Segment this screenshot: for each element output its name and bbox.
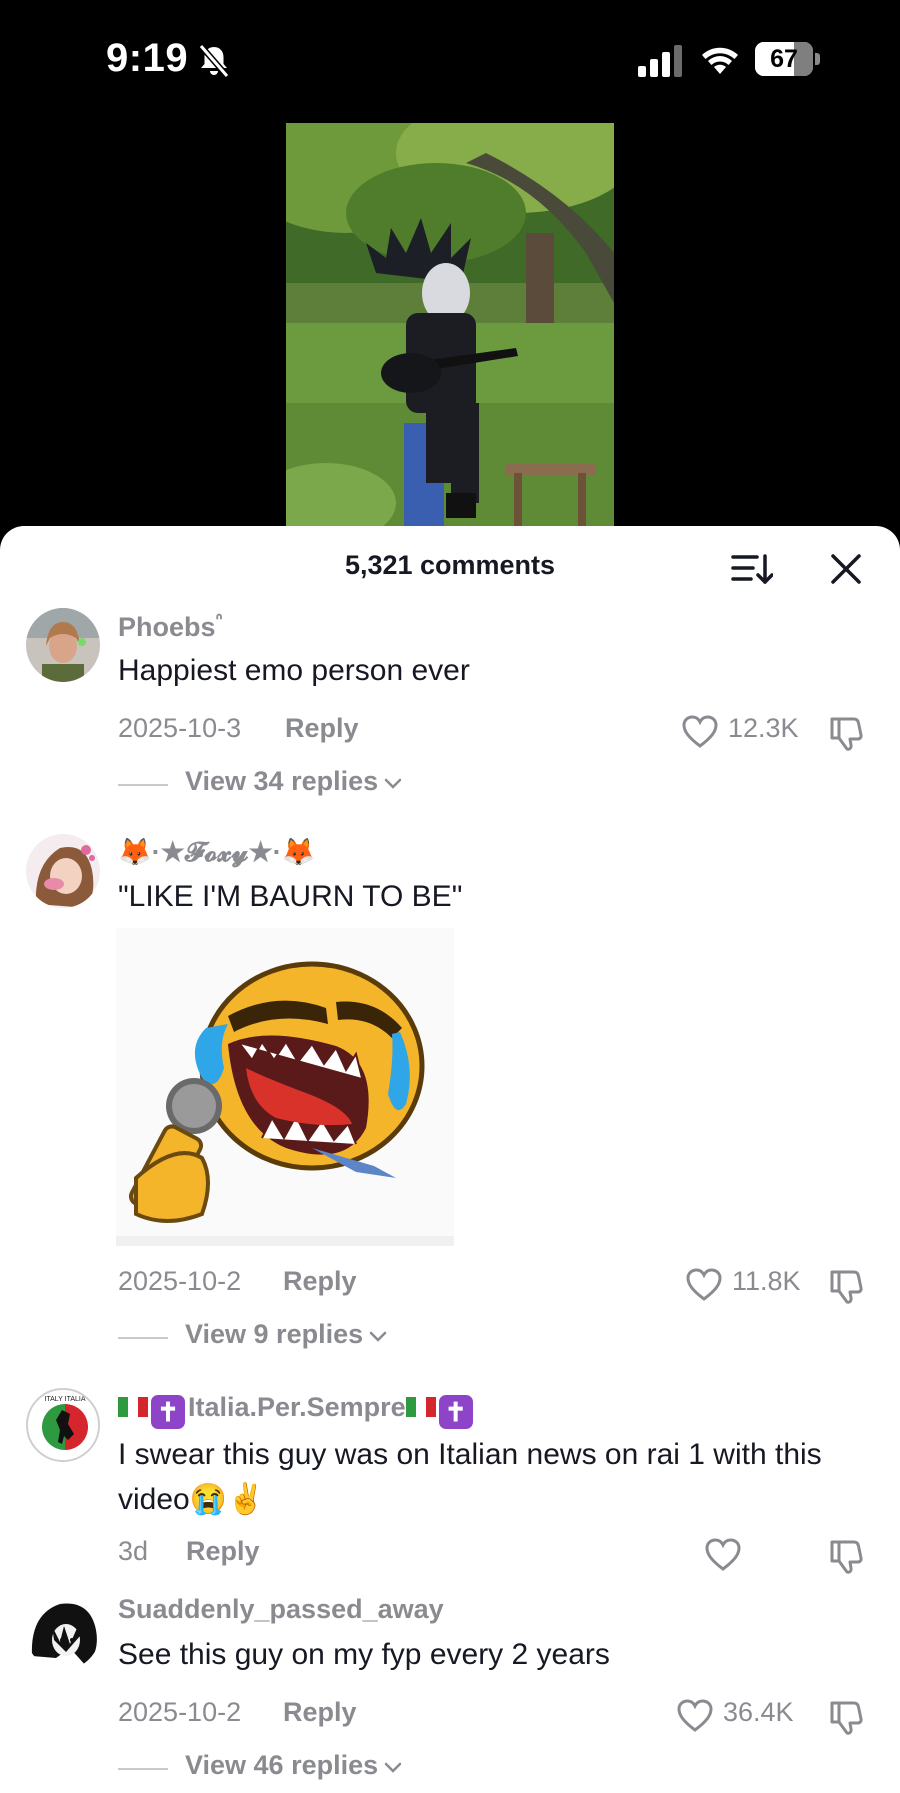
heart-icon[interactable] [686, 1268, 722, 1302]
reply-button[interactable]: Reply [285, 713, 359, 744]
comment-date: 3d [118, 1536, 149, 1566]
username-suffix: ᐢ [215, 610, 223, 630]
comment-username[interactable]: Phoebsᐢ [118, 610, 223, 643]
divider-line [118, 784, 168, 786]
reply-button[interactable]: Reply [283, 1266, 357, 1297]
comment-username[interactable]: 🦊·★𝓕𝓸𝔁𝔂★·🦊 [118, 836, 315, 869]
bell-off-icon [198, 44, 230, 78]
dislike-icon[interactable] [828, 1538, 866, 1574]
video-scene-image [286, 123, 614, 533]
comment-text: "LIKE I'M BAURN TO BE" [118, 880, 463, 913]
battery-percent: 67 [770, 45, 798, 73]
avatar[interactable]: ITALY ITALIA [26, 1388, 100, 1462]
reply-button[interactable]: Reply [283, 1697, 357, 1728]
like-count: 36.4K [723, 1697, 794, 1727]
comment-meta: 2025-10-3 Reply 12.3K [118, 713, 878, 753]
battery-indicator: 67 [755, 42, 821, 76]
comments-header: 5,321 comments [0, 526, 900, 610]
heart-icon[interactable] [677, 1699, 713, 1733]
avatar-logo-text: ITALY ITALIA [44, 1396, 85, 1403]
comment-date: 2025-10-2 [118, 1266, 242, 1296]
comment-date: 2025-10-3 [118, 713, 242, 743]
avatar[interactable] [26, 1596, 100, 1670]
comment-text: Happiest emo person ever [118, 654, 470, 687]
close-icon[interactable] [829, 552, 863, 586]
like-count: 11.8K [732, 1266, 801, 1296]
divider-line [118, 1768, 168, 1770]
heart-icon[interactable] [705, 1538, 741, 1572]
dislike-icon[interactable] [828, 1699, 866, 1735]
comment-meta: 2025-10-2 Reply 36.4K [118, 1697, 878, 1737]
chevron-down-icon [369, 1331, 387, 1342]
comment-text: I swear this guy was on Italian news on … [118, 1438, 822, 1516]
username-text: Italia.Per.Sempre [188, 1392, 406, 1422]
status-time: 9:19 [106, 36, 189, 80]
cross-icon: ✝ [438, 1395, 473, 1429]
dislike-icon[interactable] [828, 1268, 866, 1304]
video-thumbnail[interactable] [286, 123, 614, 533]
reply-button[interactable]: Reply [186, 1536, 260, 1567]
chevron-down-icon [384, 1762, 402, 1773]
sort-icon[interactable] [731, 552, 773, 586]
heart-icon[interactable] [682, 715, 718, 749]
italy-flag-icon [118, 1397, 148, 1417]
comment-meta: 3d Reply [118, 1536, 878, 1576]
view-replies-label: View 34 replies [185, 766, 402, 797]
wifi-icon [702, 47, 738, 74]
italy-flag-icon [405, 1397, 436, 1417]
comment-date: 2025-10-2 [118, 1697, 242, 1727]
comment-username[interactable]: ✝ Italia.Per.Sempre ✝ [118, 1392, 476, 1429]
cross-icon: ✝ [151, 1395, 185, 1429]
battery-tip [815, 53, 820, 65]
crying-laughing-singing-sticker[interactable] [116, 928, 454, 1246]
avatar[interactable] [26, 608, 100, 682]
username-text: Phoebs [118, 612, 216, 642]
cellular-signal-icon [638, 45, 682, 77]
chevron-down-icon [384, 778, 402, 789]
comment-username[interactable]: Suaddenly_passed_away [118, 1594, 444, 1625]
comment-text: See this guy on my fyp every 2 years [118, 1638, 610, 1671]
status-bar: 9:19 67 [0, 0, 900, 120]
battery-body: 67 [755, 42, 813, 76]
like-count: 12.3K [728, 713, 799, 743]
avatar[interactable] [26, 834, 100, 908]
view-replies-label: View 9 replies [185, 1319, 387, 1350]
comment-meta: 2025-10-2 Reply 11.8K [118, 1266, 878, 1306]
divider-line [118, 1337, 168, 1339]
dislike-icon[interactable] [828, 715, 866, 751]
view-replies-label: View 46 replies [185, 1750, 402, 1781]
